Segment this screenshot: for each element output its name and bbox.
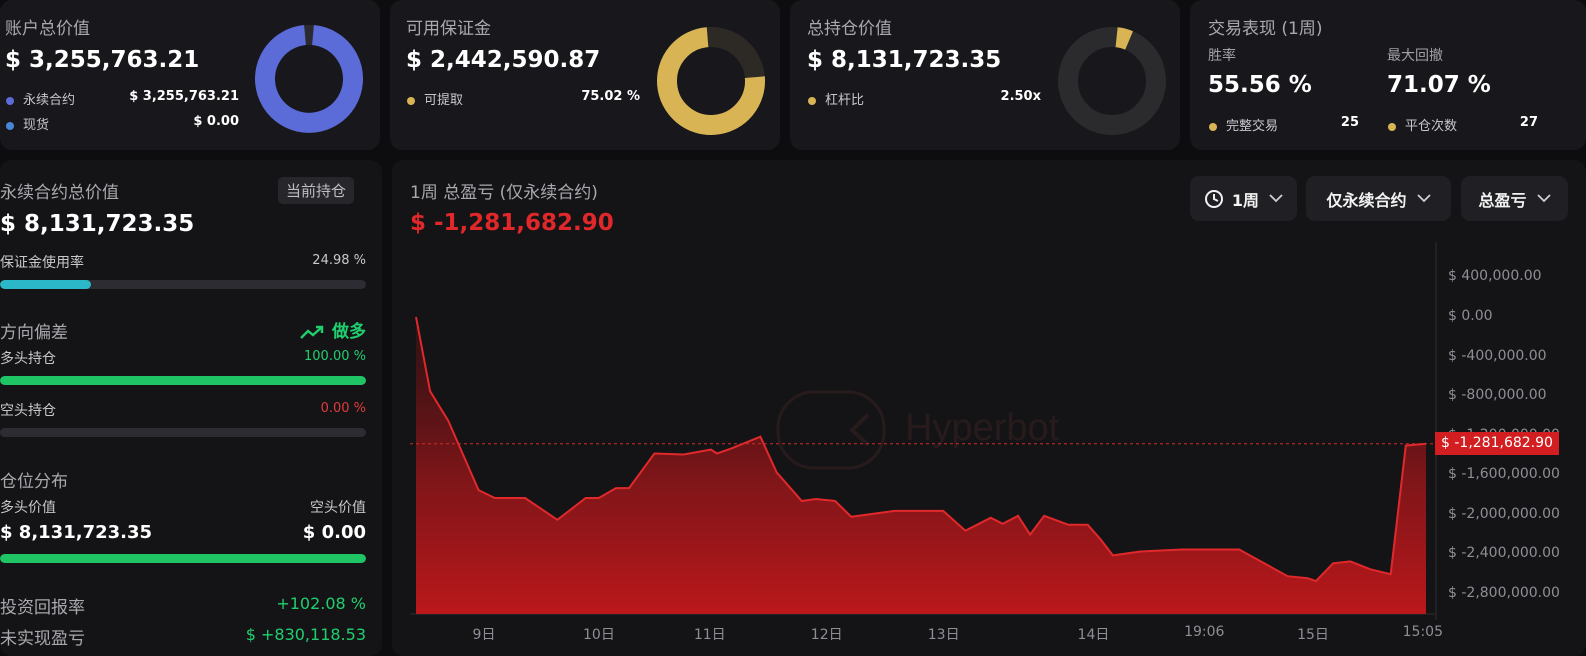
current-value-tag: $ -1,281,682.90: [1435, 432, 1559, 455]
y-tick-label: $ -2,400,000.00: [1448, 545, 1560, 562]
y-tick-label: $ -2,000,000.00: [1448, 505, 1560, 522]
y-tick-label: $ -2,800,000.00: [1448, 585, 1560, 601]
x-tick-label: 10日: [583, 627, 615, 643]
y-tick-label: $ -800,000.00: [1448, 387, 1547, 404]
y-tick-label: $ -1,600,000.00: [1448, 466, 1560, 483]
y-tick-label: $ -400,000.00: [1448, 347, 1547, 364]
x-tick-label: 12日: [810, 627, 843, 643]
x-tick-label: 15:05: [1402, 624, 1443, 640]
pnl-area-group: [410, 316, 1436, 614]
x-tick-label: 15日: [1297, 627, 1329, 643]
x-tick-label: 13日: [927, 627, 960, 643]
y-tick-label: $ 400,000.00: [1448, 268, 1542, 285]
chart-watermark: Hyperbot: [776, 390, 1060, 470]
x-tick-label: 9日: [472, 627, 496, 643]
x-tick-label: 14日: [1077, 627, 1110, 643]
watermark-text: Hyperbot: [905, 407, 1060, 449]
y-tick-label: $ 0.00: [1448, 308, 1493, 324]
x-tick-label: 11日: [693, 627, 726, 643]
x-tick-label: 19:06: [1184, 624, 1225, 640]
pnl-chart[interactable]: Hyperbot: [0, 0, 1586, 656]
